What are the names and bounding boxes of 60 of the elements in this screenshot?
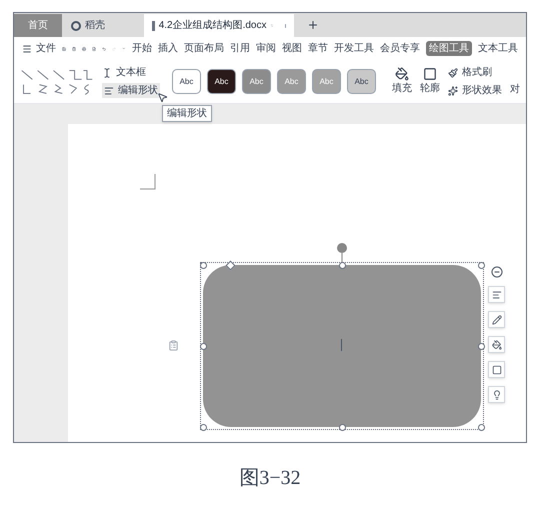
sparkle-icon	[448, 86, 458, 96]
shape-style-swatch[interactable]: Abc	[347, 69, 376, 94]
pencil-button[interactable]	[488, 311, 505, 328]
layout-icon	[492, 290, 502, 300]
ribbon-label[interactable]: 对	[510, 82, 520, 97]
menu-tab[interactable]: 视图	[282, 41, 302, 56]
text-box-button[interactable]: 文本框	[102, 65, 160, 80]
resize-handle[interactable]	[339, 424, 346, 431]
fill-button[interactable]	[488, 336, 505, 353]
tab-label: 4.2企业组成结构图.docx	[158, 18, 266, 33]
resize-handle[interactable]	[478, 343, 485, 350]
resize-handle[interactable]	[478, 262, 485, 269]
menu-tab[interactable]: 开始	[132, 41, 152, 56]
resize-handle[interactable]	[200, 424, 207, 431]
lightbulb-icon	[492, 390, 502, 400]
outline-icon[interactable]	[423, 67, 437, 81]
shape-effects-button[interactable]: 形状效果	[448, 83, 502, 98]
format-painter-button[interactable]: 格式刷	[448, 65, 502, 80]
text-box-icon	[102, 68, 112, 78]
menu-tab[interactable]: 章节	[308, 41, 328, 56]
docer-icon	[71, 20, 81, 30]
menu-tab[interactable]: 审阅	[256, 41, 276, 56]
resize-handle[interactable]	[478, 424, 485, 431]
layout-button[interactable]	[488, 286, 505, 303]
menu-icon	[22, 44, 32, 54]
edit-shape-icon	[104, 86, 114, 96]
tooltip: 编辑形状	[162, 105, 212, 122]
menu-tab[interactable]: 页面布局	[184, 41, 224, 56]
square-icon	[492, 364, 502, 374]
file-menu[interactable]: 文件	[22, 41, 56, 56]
resize-handle[interactable]	[200, 343, 207, 350]
paste-options-icon[interactable]	[168, 340, 179, 351]
document-icon	[152, 20, 155, 30]
menu-tab[interactable]: 会员专享	[380, 41, 420, 56]
new-tab-icon[interactable]	[307, 19, 319, 31]
menu-tab[interactable]: 文本工具	[478, 41, 518, 56]
menu-tab[interactable]: 开发工具	[334, 41, 374, 56]
resize-handle[interactable]	[339, 262, 346, 269]
outline-button[interactable]	[488, 361, 505, 378]
menu-tab[interactable]: 绘图工具	[426, 41, 472, 56]
tab-label: 稻壳	[85, 18, 105, 33]
menu-tab[interactable]: 插入	[158, 41, 178, 56]
menu-tab[interactable]: 引用	[230, 41, 250, 56]
lightbulb-button[interactable]	[488, 386, 505, 403]
tab-label: 首页	[28, 19, 48, 33]
shape-style-swatch[interactable]: Abc	[207, 69, 236, 94]
tab[interactable]: 4.2企业组成结构图.docx	[144, 14, 294, 37]
fill-button[interactable]: 填充	[392, 81, 412, 96]
fill-icon[interactable]	[395, 67, 409, 81]
margin-corner-mark	[140, 174, 156, 190]
edit-shape-button[interactable]: 编辑形状	[102, 83, 160, 98]
outline-button[interactable]: 轮廓	[420, 81, 440, 96]
figure-caption: 图3−32	[239, 466, 301, 491]
brush-icon	[448, 68, 458, 78]
text-cursor	[341, 339, 342, 351]
pencil-icon	[492, 314, 502, 324]
paint-bucket-icon	[492, 340, 502, 350]
shape-style-swatch[interactable]: Abc	[172, 69, 201, 94]
resize-handle[interactable]	[200, 262, 207, 269]
collapse-icon[interactable]	[490, 266, 502, 278]
